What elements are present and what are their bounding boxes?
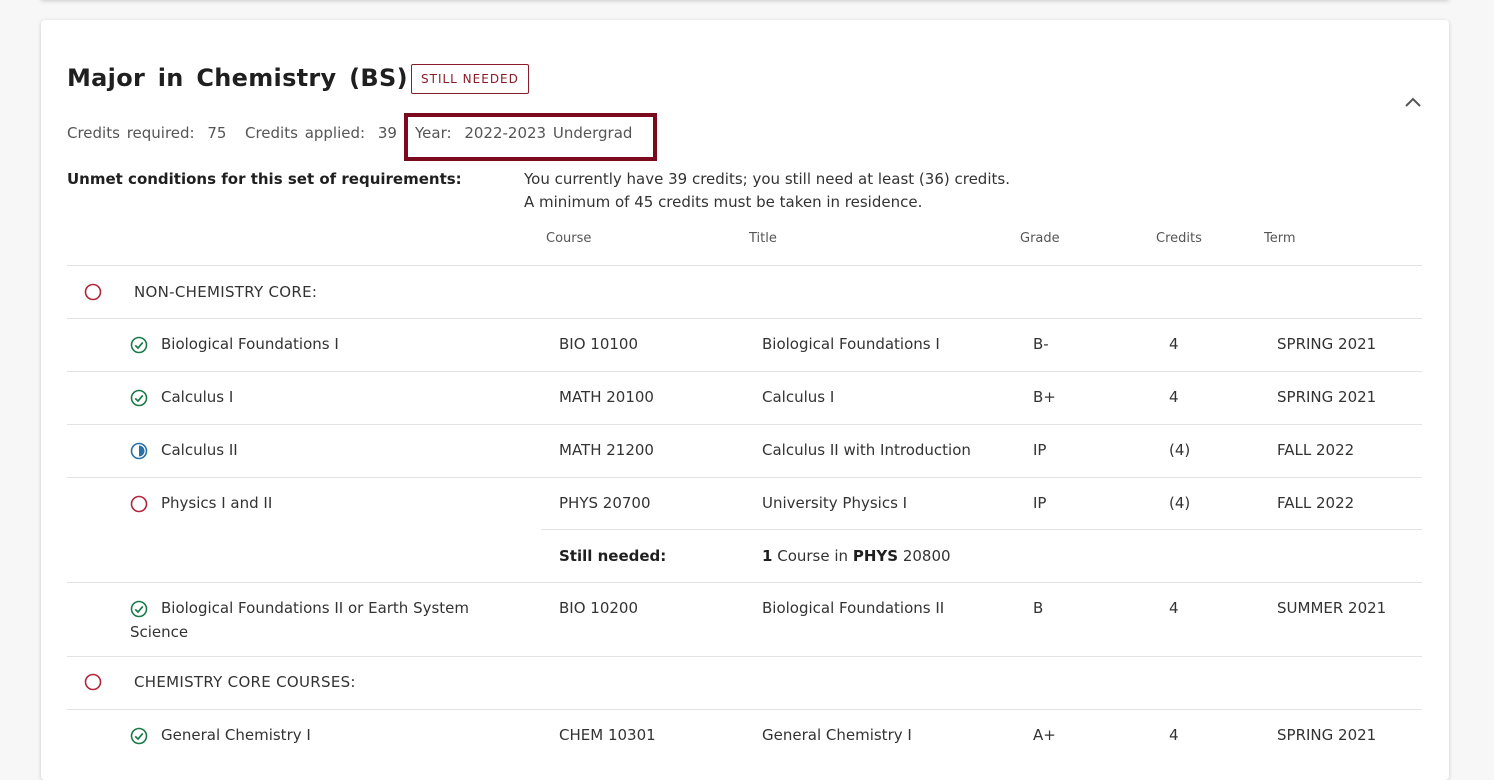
credits-required-value: 75 bbox=[207, 124, 227, 142]
collapse-button[interactable] bbox=[1401, 92, 1425, 112]
still-needed-subject: PHYS bbox=[852, 547, 899, 565]
check-circle-icon bbox=[130, 727, 148, 745]
status-badge: STILL NEEDED bbox=[411, 64, 529, 94]
column-header-term: Term bbox=[1264, 231, 1296, 246]
divider bbox=[67, 709, 1422, 710]
credits-required: Credits required: 75 bbox=[67, 124, 226, 142]
course-title: Calculus I bbox=[762, 388, 835, 406]
block-title: Major in Chemistry (BS) bbox=[67, 64, 408, 92]
divider bbox=[67, 371, 1422, 372]
course-term: FALL 2022 bbox=[1277, 441, 1355, 459]
course-title: General Chemistry I bbox=[762, 726, 912, 744]
still-needed-number: 20800 bbox=[902, 547, 951, 565]
still-needed-label: Still needed: bbox=[559, 547, 667, 565]
course-code[interactable]: BIO 10200 bbox=[559, 599, 638, 617]
divider bbox=[67, 656, 1422, 657]
course-title: University Physics I bbox=[762, 494, 908, 512]
credits-applied-value: 39 bbox=[377, 124, 397, 142]
course-code[interactable]: PHYS 20700 bbox=[559, 494, 651, 512]
course-credits: 4 bbox=[1169, 726, 1179, 744]
check-circle-icon bbox=[130, 336, 148, 354]
group-label: CHEMISTRY CORE COURSES: bbox=[134, 673, 356, 691]
course-term: SPRING 2021 bbox=[1277, 388, 1377, 406]
unmet-message-residence: A minimum of 45 credits must be taken in… bbox=[524, 193, 923, 211]
credits-applied-label: Credits applied: bbox=[245, 124, 366, 142]
catalog-year-highlight bbox=[404, 113, 657, 161]
requirement-block-card: Major in Chemistry (BS) STILL NEEDED Cre… bbox=[41, 20, 1449, 780]
course-grade: A+ bbox=[1033, 726, 1056, 744]
divider bbox=[67, 477, 1422, 478]
course-credits: 4 bbox=[1169, 335, 1179, 353]
column-header-course: Course bbox=[546, 231, 592, 246]
unmet-conditions-label: Unmet conditions for this set of require… bbox=[67, 170, 462, 188]
unmet-message-credits: You currently have 39 credits; you still… bbox=[524, 170, 1010, 188]
course-code[interactable]: MATH 20100 bbox=[559, 388, 654, 406]
empty-circle-icon bbox=[84, 283, 102, 301]
divider bbox=[67, 424, 1422, 425]
course-term: SPRING 2021 bbox=[1277, 335, 1377, 353]
course-grade: IP bbox=[1033, 494, 1047, 512]
course-grade: B+ bbox=[1033, 388, 1056, 406]
divider bbox=[67, 265, 1422, 266]
divider bbox=[541, 529, 1422, 530]
half-circle-icon bbox=[130, 442, 148, 460]
course-title: Calculus II with Introduction bbox=[762, 441, 971, 459]
requirement-name-line1: Biological Foundations II or Earth Syste… bbox=[161, 599, 470, 617]
course-title: Biological Foundations II bbox=[762, 599, 945, 617]
course-grade: IP bbox=[1033, 441, 1047, 459]
requirement-name: Biological Foundations I bbox=[161, 335, 339, 353]
credits-required-label: Credits required: bbox=[67, 124, 195, 142]
column-header-title: Title bbox=[749, 231, 777, 246]
requirement-name-line2: Science bbox=[130, 623, 189, 641]
empty-circle-icon bbox=[130, 495, 148, 513]
group-label: NON-CHEMISTRY CORE: bbox=[134, 283, 318, 301]
column-header-credits: Credits bbox=[1156, 231, 1202, 246]
course-code[interactable]: CHEM 10301 bbox=[559, 726, 656, 744]
course-grade: B bbox=[1033, 599, 1044, 617]
course-term: SPRING 2021 bbox=[1277, 726, 1377, 744]
course-title: Biological Foundations I bbox=[762, 335, 940, 353]
course-code[interactable]: MATH 21200 bbox=[559, 441, 654, 459]
divider bbox=[67, 582, 1422, 583]
check-circle-icon bbox=[130, 600, 148, 618]
check-circle-icon bbox=[130, 389, 148, 407]
course-credits: (4) bbox=[1169, 441, 1191, 459]
course-term: SUMMER 2021 bbox=[1277, 599, 1387, 617]
course-term: FALL 2022 bbox=[1277, 494, 1355, 512]
chevron-up-icon bbox=[1405, 97, 1421, 107]
course-credits: (4) bbox=[1169, 494, 1191, 512]
column-header-grade: Grade bbox=[1020, 231, 1060, 246]
empty-circle-icon bbox=[84, 673, 102, 691]
course-credits: 4 bbox=[1169, 599, 1179, 617]
still-needed-word-in: in bbox=[834, 547, 849, 565]
requirement-name: Calculus II bbox=[161, 441, 238, 459]
requirement-name: General Chemistry I bbox=[161, 726, 311, 744]
requirement-name: Calculus I bbox=[161, 388, 234, 406]
requirement-name: Physics I and II bbox=[161, 494, 273, 512]
course-grade: B- bbox=[1033, 335, 1049, 353]
course-credits: 4 bbox=[1169, 388, 1179, 406]
divider bbox=[67, 318, 1422, 319]
credits-applied: Credits applied: 39 bbox=[245, 124, 397, 142]
still-needed-detail[interactable]: 1 Course in PHYS 20800 bbox=[762, 547, 951, 565]
course-code[interactable]: BIO 10100 bbox=[559, 335, 638, 353]
still-needed-word-course: Course bbox=[777, 547, 830, 565]
still-needed-count: 1 bbox=[762, 547, 773, 565]
